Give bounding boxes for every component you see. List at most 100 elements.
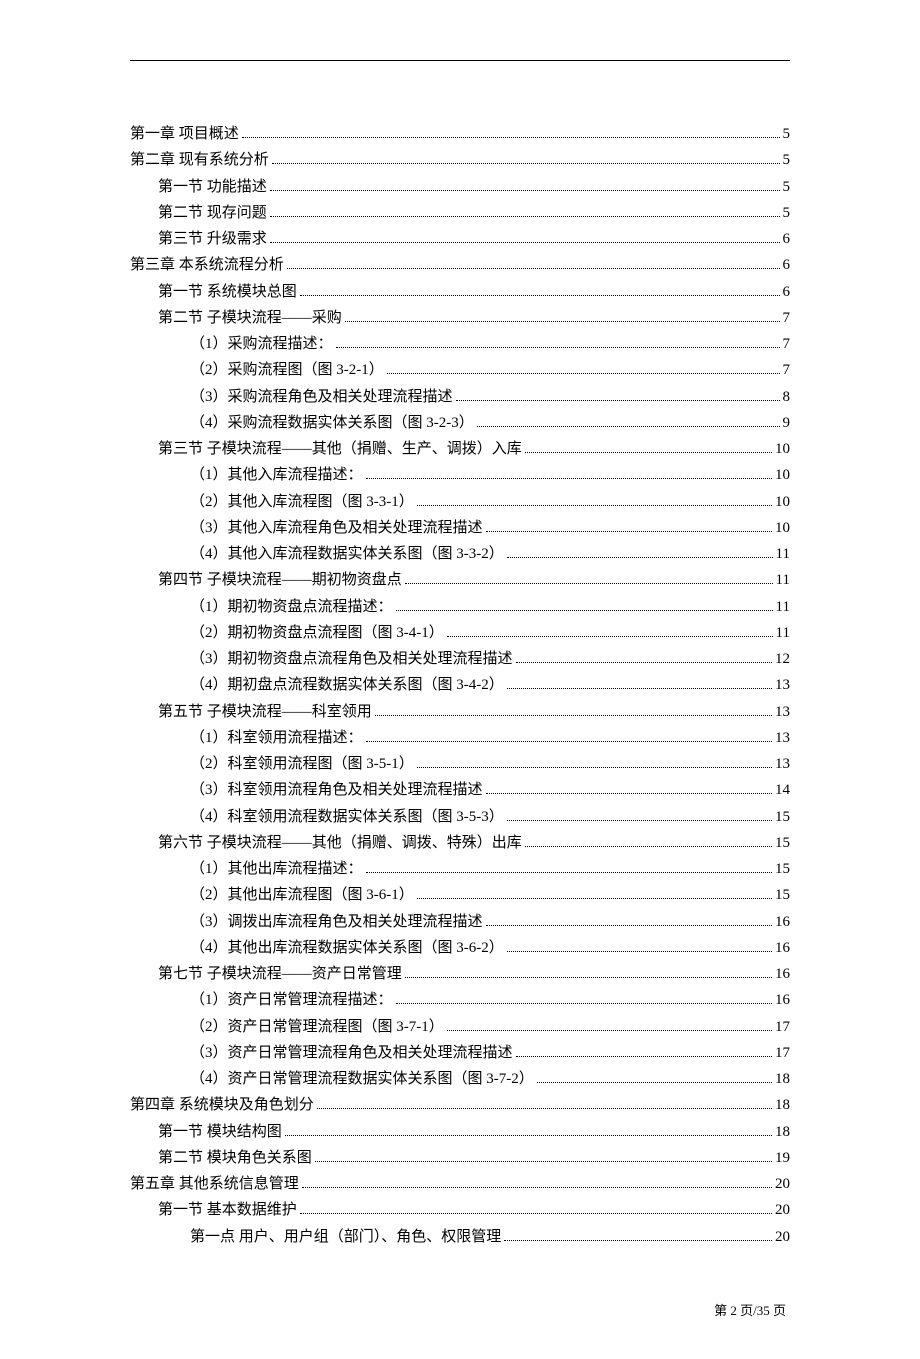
toc-leader-dots <box>345 321 780 322</box>
toc-entry-page: 19 <box>775 1145 790 1171</box>
toc-entry-page: 15 <box>775 856 790 882</box>
toc-leader-dots <box>396 1003 772 1004</box>
toc-entry-page: 15 <box>775 804 790 830</box>
toc-entry-label: 第一节 模块结构图 <box>158 1119 282 1145</box>
toc-leader-dots <box>525 846 772 847</box>
toc-entry-page: 11 <box>776 620 790 646</box>
toc-entry-page: 16 <box>775 987 790 1013</box>
toc-leader-dots <box>525 452 772 453</box>
toc-leader-dots <box>366 741 772 742</box>
toc-leader-dots <box>486 531 772 532</box>
toc-leader-dots <box>272 163 780 164</box>
toc-entry-page: 18 <box>775 1092 790 1118</box>
toc-entry-page: 11 <box>776 567 790 593</box>
toc-entry-label: 第一节 系统模块总图 <box>158 279 297 305</box>
toc-leader-dots <box>405 583 773 584</box>
toc-entry: 第六节 子模块流程——其他（捐赠、调拨、特殊）出库15 <box>130 830 790 856</box>
toc-entry: （2）科室领用流程图（图 3-5-1） 13 <box>130 751 790 777</box>
toc-entry-label: 第二章 现有系统分析 <box>130 147 269 173</box>
toc-entry-page: 7 <box>783 305 791 331</box>
toc-entry: （3）其他入库流程角色及相关处理流程描述10 <box>130 515 790 541</box>
toc-entry: 第二节 子模块流程——采购7 <box>130 305 790 331</box>
toc-entry-page: 14 <box>775 777 790 803</box>
toc-entry: 第一节 模块结构图 18 <box>130 1119 790 1145</box>
toc-entry-page: 7 <box>783 331 791 357</box>
toc-leader-dots <box>417 898 772 899</box>
toc-entry: （3）资产日常管理流程角色及相关处理流程描述17 <box>130 1040 790 1066</box>
toc-entry-page: 7 <box>783 357 791 383</box>
toc-entry-label: （3）采购流程角色及相关处理流程描述 <box>190 384 453 410</box>
toc-entry-label: （2）其他入库流程图（图 3-3-1） <box>190 489 414 515</box>
toc-leader-dots <box>285 1135 772 1136</box>
toc-entry: （1）其他出库流程描述：15 <box>130 856 790 882</box>
toc-entry-label: （4）期初盘点流程数据实体关系图（图 3-4-2） <box>190 672 504 698</box>
toc-entry: 第三节 子模块流程——其他（捐赠、生产、调拨）入库10 <box>130 436 790 462</box>
toc-entry-page: 16 <box>775 909 790 935</box>
toc-leader-dots <box>300 295 780 296</box>
toc-leader-dots <box>507 557 773 558</box>
toc-entry: （2）资产日常管理流程图（图 3-7-1）17 <box>130 1014 790 1040</box>
toc-entry-label: （3）期初物资盘点流程角色及相关处理流程描述 <box>190 646 513 672</box>
toc-entry: （1）期初物资盘点流程描述：11 <box>130 594 790 620</box>
toc-entry: （4）采购流程数据实体关系图（图 3-2-3）9 <box>130 410 790 436</box>
toc-entry: 第三节 升级需求6 <box>130 226 790 252</box>
toc-entry-page: 10 <box>775 515 790 541</box>
toc-leader-dots <box>300 1213 772 1214</box>
toc-entry: （3）科室领用流程角色及相关处理流程描述 14 <box>130 777 790 803</box>
toc-leader-dots <box>417 767 772 768</box>
toc-leader-dots <box>486 793 772 794</box>
toc-entry-label: 第四章 系统模块及角色划分 <box>130 1092 314 1118</box>
toc-entry: （4）科室领用流程数据实体关系图（图 3-5-3）15 <box>130 804 790 830</box>
toc-entry-label: 第一点 用户、用户组（部门）、角色、权限管理 <box>190 1224 501 1250</box>
toc-entry-page: 18 <box>775 1119 790 1145</box>
toc-entry-label: （4）采购流程数据实体关系图（图 3-2-3） <box>190 410 474 436</box>
toc-entry-page: 6 <box>783 252 791 278</box>
toc-entry-page: 5 <box>783 121 791 147</box>
toc-entry-label: （2）科室领用流程图（图 3-5-1） <box>190 751 414 777</box>
toc-entry: 第四节 子模块流程——期初物资盘点11 <box>130 567 790 593</box>
toc-entry-label: （2）资产日常管理流程图（图 3-7-1） <box>190 1014 444 1040</box>
toc-entry-page: 20 <box>775 1171 790 1197</box>
toc-entry-page: 6 <box>783 226 791 252</box>
toc-entry-page: 11 <box>776 541 790 567</box>
toc-entry-label: 第二节 模块角色关系图 <box>158 1145 312 1171</box>
toc-entry: （2）期初物资盘点流程图（图 3-4-1）11 <box>130 620 790 646</box>
toc-entry-page: 20 <box>775 1197 790 1223</box>
toc-leader-dots <box>447 636 773 637</box>
toc-entry: 第七节 子模块流程——资产日常管理 16 <box>130 961 790 987</box>
toc-entry-page: 16 <box>775 961 790 987</box>
toc-entry-page: 13 <box>775 751 790 777</box>
toc-entry: （3）采购流程角色及相关处理流程描述8 <box>130 384 790 410</box>
toc-entry: 第二章 现有系统分析5 <box>130 147 790 173</box>
toc-entry-label: 第七节 子模块流程——资产日常管理 <box>158 961 402 987</box>
toc-leader-dots <box>477 426 780 427</box>
toc-entry: （2）采购流程图（图 3-2-1）7 <box>130 357 790 383</box>
toc-leader-dots <box>366 872 772 873</box>
toc-leader-dots <box>315 1161 772 1162</box>
toc-leader-dots <box>270 242 780 243</box>
toc-entry: 第二节 现存问题5 <box>130 200 790 226</box>
toc-entry-label: 第六节 子模块流程——其他（捐赠、调拨、特殊）出库 <box>158 830 522 856</box>
toc-leader-dots <box>417 505 772 506</box>
header-rule <box>130 60 790 61</box>
toc-entry: （1）资产日常管理流程描述：16 <box>130 987 790 1013</box>
toc-entry-label: （1）科室领用流程描述： <box>190 725 363 751</box>
toc-leader-dots <box>270 190 780 191</box>
toc-leader-dots <box>507 951 772 952</box>
toc-leader-dots <box>366 478 772 479</box>
toc-entry-label: （4）资产日常管理流程数据实体关系图（图 3-7-2） <box>190 1066 534 1092</box>
toc-entry-label: 第一章 项目概述 <box>130 121 239 147</box>
table-of-contents: 第一章 项目概述5第二章 现有系统分析5第一节 功能描述5第二节 现存问题5第三… <box>130 121 790 1250</box>
toc-entry-label: （1）其他入库流程描述： <box>190 462 363 488</box>
toc-entry: 第三章 本系统流程分析6 <box>130 252 790 278</box>
toc-leader-dots <box>387 373 780 374</box>
toc-leader-dots <box>317 1108 772 1109</box>
toc-leader-dots <box>336 347 780 348</box>
toc-entry: （2）其他出库流程图（图 3-6-1）15 <box>130 882 790 908</box>
toc-entry: （2）其他入库流程图（图 3-3-1）10 <box>130 489 790 515</box>
document-page: 第一章 项目概述5第二章 现有系统分析5第一节 功能描述5第二节 现存问题5第三… <box>0 0 920 1359</box>
toc-entry-page: 6 <box>783 279 791 305</box>
toc-entry-label: （3）科室领用流程角色及相关处理流程描述 <box>190 777 483 803</box>
toc-leader-dots <box>302 1187 772 1188</box>
toc-entry-page: 12 <box>775 646 790 672</box>
